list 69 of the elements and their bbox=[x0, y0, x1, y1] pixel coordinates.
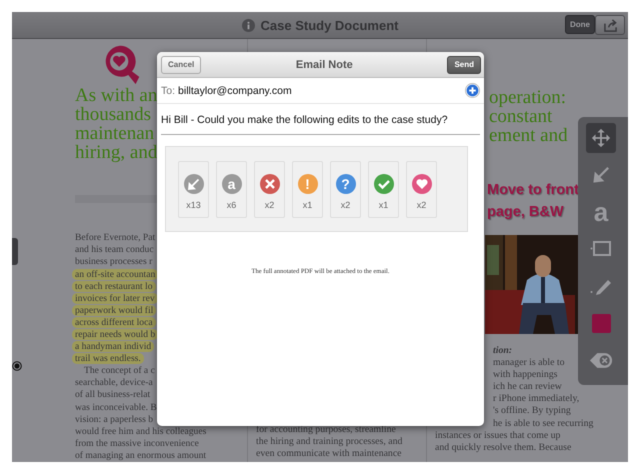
body-text: and quickly resolve them. Because bbox=[435, 442, 572, 453]
annotation-symbol: a bbox=[222, 174, 242, 194]
body-text: business processes r bbox=[75, 256, 152, 268]
body-text: r iPhone immediately, bbox=[493, 393, 580, 404]
body-text: was inconceivable. B bbox=[75, 402, 157, 413]
body-text: 's offline. By typing bbox=[493, 405, 571, 416]
heading-text: operation: bbox=[489, 88, 566, 107]
body-text: trail was endless. bbox=[72, 353, 144, 364]
heading-text: thousands bbox=[75, 105, 151, 124]
side-handle[interactable] bbox=[12, 238, 18, 265]
annotation-note-text: Move to front bbox=[487, 181, 579, 200]
recipient-field[interactable]: billtaylor@company.com bbox=[178, 84, 465, 96]
body-text: ich he can review bbox=[493, 381, 562, 392]
move-tool-button[interactable] bbox=[586, 123, 616, 153]
share-icon bbox=[602, 18, 618, 32]
body-text: he is able to see recurring bbox=[493, 418, 594, 429]
heading-text: ement and bbox=[489, 126, 568, 145]
add-icon[interactable] bbox=[465, 83, 480, 98]
body-text: and his team conduc bbox=[75, 244, 154, 256]
send-button[interactable]: Send bbox=[447, 56, 481, 74]
annotation-count: x2 bbox=[340, 200, 350, 210]
arrow-icon bbox=[592, 166, 610, 184]
body-text: invoices for later rev bbox=[72, 292, 158, 304]
heading-text: constant bbox=[489, 107, 552, 126]
body-text: instances or issues that come up bbox=[435, 430, 560, 441]
annotation-count: x6 bbox=[226, 200, 236, 210]
body-text: manager is able to bbox=[493, 357, 565, 368]
body-text: an off-site accountan bbox=[72, 268, 158, 280]
body-text: paperwork would fil bbox=[72, 304, 156, 316]
body-text: across different loca bbox=[72, 316, 156, 328]
body-text: vision: a paperless b bbox=[75, 414, 154, 425]
move-icon bbox=[591, 128, 611, 148]
annotation-symbol: ? bbox=[336, 174, 356, 194]
body-text: repair needs would b bbox=[72, 328, 158, 340]
cancel-button[interactable]: Cancel bbox=[161, 56, 202, 74]
document-title: Case Study Document bbox=[260, 18, 398, 32]
body-text: even communicate with maintenance bbox=[256, 448, 402, 459]
annotation-count: x1 bbox=[378, 200, 388, 210]
body-text: to each restaurant lo bbox=[72, 280, 156, 292]
annotation-symbol: ! bbox=[298, 174, 318, 194]
body-text: with happenings bbox=[493, 369, 558, 380]
rectangle-icon bbox=[590, 240, 612, 258]
info-icon[interactable] bbox=[242, 18, 254, 32]
heading-text: As with an bbox=[75, 86, 158, 105]
annotation-count: x13 bbox=[186, 200, 201, 210]
share-button[interactable] bbox=[595, 15, 625, 35]
annotation-note-text: page, B&W bbox=[487, 203, 564, 222]
body-text: Before Evernote, Pat bbox=[75, 232, 156, 244]
delete-icon bbox=[589, 352, 613, 368]
subheading-text: tion: bbox=[493, 345, 512, 356]
annotation-count: x2 bbox=[416, 200, 426, 210]
to-label: To: bbox=[161, 84, 176, 96]
body-text: of managing an enormous amount bbox=[75, 450, 206, 461]
body-text: for accounting purposes, streamline bbox=[256, 424, 396, 435]
body-text: the hiring and training processes, and bbox=[256, 436, 402, 447]
body-text: a handyman individ bbox=[72, 341, 154, 352]
heading-text: maintenan bbox=[75, 124, 154, 143]
done-button[interactable]: Done bbox=[565, 15, 595, 34]
message-text[interactable]: Hi Bill - Could you make the following edits to the case study? bbox=[157, 104, 484, 126]
body-text: searchable, device-a bbox=[75, 377, 153, 388]
heading-text: hiring, and bbox=[75, 143, 158, 162]
body-text: of all business-relat bbox=[75, 389, 150, 400]
body-text: from the massive inconvenience bbox=[75, 438, 199, 449]
target-icon[interactable] bbox=[12, 361, 22, 371]
body-text: The concept of a c bbox=[83, 365, 155, 378]
body-text: would free him and his colleagues bbox=[75, 426, 206, 437]
annotation-count: x1 bbox=[302, 200, 312, 210]
annotation-count: x2 bbox=[264, 200, 274, 210]
dialog-title: Email Note bbox=[296, 58, 353, 70]
